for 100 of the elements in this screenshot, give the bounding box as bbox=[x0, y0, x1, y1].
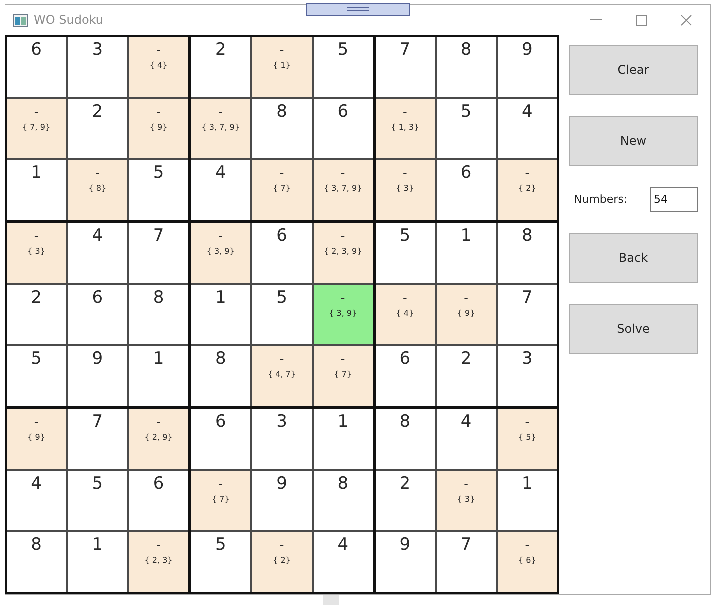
sudoku-cell[interactable]: - { 3} bbox=[7, 223, 66, 283]
sudoku-cell[interactable]: 8 bbox=[191, 346, 250, 406]
sudoku-cell[interactable]: 6 bbox=[376, 346, 435, 406]
sudoku-cell[interactable]: - { 7, 9} bbox=[7, 98, 66, 158]
cell-value: - bbox=[525, 537, 530, 554]
sudoku-cell[interactable]: 7 bbox=[436, 532, 496, 592]
splitter-handle[interactable] bbox=[306, 3, 410, 16]
sudoku-cell[interactable]: - { 2, 3, 9} bbox=[314, 223, 373, 283]
candidates-text: { 9} bbox=[150, 122, 168, 133]
sudoku-cell[interactable]: 7 bbox=[376, 37, 435, 97]
sudoku-cell[interactable]: 9 bbox=[376, 532, 435, 592]
sudoku-cell[interactable]: 6 bbox=[314, 98, 373, 158]
cell-value: 2 bbox=[31, 286, 42, 309]
cell-value: 4 bbox=[215, 162, 226, 184]
sudoku-cell[interactable]: 6 bbox=[436, 160, 496, 220]
sudoku-cell[interactable]: - { 1} bbox=[252, 37, 312, 97]
sudoku-cell[interactable]: - { 3, 9} bbox=[314, 284, 373, 344]
sudoku-cell[interactable]: 4 bbox=[7, 470, 66, 530]
sudoku-cell[interactable]: 4 bbox=[314, 532, 373, 592]
cell-value: - bbox=[280, 351, 284, 368]
sudoku-cell[interactable]: 8 bbox=[498, 223, 557, 283]
action-button[interactable]: Clear bbox=[569, 45, 698, 95]
sudoku-cell[interactable]: 1 bbox=[314, 409, 373, 469]
sudoku-cell[interactable]: 4 bbox=[191, 160, 250, 220]
sudoku-cell[interactable]: - { 3, 7, 9} bbox=[314, 160, 373, 220]
sudoku-cell[interactable]: 8 bbox=[129, 284, 188, 344]
sudoku-cell[interactable]: 7 bbox=[498, 284, 557, 344]
sudoku-cell[interactable]: 5 bbox=[129, 160, 188, 220]
sudoku-cell[interactable]: 1 bbox=[7, 160, 66, 220]
sudoku-cell[interactable]: - { 2, 9} bbox=[129, 409, 188, 469]
cell-value: - bbox=[156, 414, 161, 431]
minimize-icon[interactable] bbox=[590, 19, 602, 21]
numbers-field[interactable]: 54 bbox=[650, 187, 698, 212]
sudoku-cell[interactable]: 8 bbox=[376, 409, 435, 469]
sudoku-cell[interactable]: - { 2} bbox=[498, 160, 557, 220]
maximize-icon[interactable] bbox=[636, 14, 647, 26]
sudoku-cell[interactable]: 4 bbox=[498, 98, 557, 158]
scroll-thumb[interactable] bbox=[323, 595, 339, 605]
sudoku-cell[interactable]: 1 bbox=[191, 284, 250, 344]
sudoku-cell[interactable]: - { 6} bbox=[498, 532, 557, 592]
sudoku-cell[interactable]: 9 bbox=[498, 37, 557, 97]
sudoku-cell[interactable]: - { 4} bbox=[129, 37, 188, 97]
sudoku-cell[interactable]: 4 bbox=[436, 409, 496, 469]
action-button[interactable]: Back bbox=[569, 233, 698, 283]
sudoku-cell[interactable]: - { 9} bbox=[436, 284, 496, 344]
sudoku-cell[interactable]: 2 bbox=[191, 37, 250, 97]
sudoku-cell[interactable]: 5 bbox=[191, 532, 250, 592]
sudoku-cell[interactable]: 5 bbox=[314, 37, 373, 97]
sudoku-cell[interactable]: 6 bbox=[129, 470, 188, 530]
sudoku-cell[interactable]: 8 bbox=[314, 470, 373, 530]
sudoku-cell[interactable]: 6 bbox=[191, 409, 250, 469]
sudoku-cell[interactable]: - { 9} bbox=[7, 409, 66, 469]
sudoku-cell[interactable]: 8 bbox=[436, 37, 496, 97]
sudoku-cell[interactable]: 5 bbox=[252, 284, 312, 344]
sudoku-cell[interactable]: 5 bbox=[376, 223, 435, 283]
sudoku-cell[interactable]: - { 7} bbox=[252, 160, 312, 220]
sudoku-cell[interactable]: 3 bbox=[252, 409, 312, 469]
cell-value: 6 bbox=[338, 100, 349, 123]
sudoku-cell[interactable]: 8 bbox=[7, 532, 66, 592]
sudoku-cell[interactable]: 5 bbox=[68, 470, 128, 530]
sudoku-cell[interactable]: 6 bbox=[7, 37, 66, 97]
sudoku-cell[interactable]: 8 bbox=[252, 98, 312, 158]
sudoku-cell[interactable]: 3 bbox=[498, 346, 557, 406]
sudoku-cell[interactable]: 2 bbox=[68, 98, 128, 158]
sudoku-cell[interactable]: - { 4, 7} bbox=[252, 346, 312, 406]
sudoku-cell[interactable]: - { 3, 9} bbox=[191, 223, 250, 283]
sudoku-cell[interactable]: 9 bbox=[252, 470, 312, 530]
sudoku-cell[interactable]: 2 bbox=[436, 346, 496, 406]
sudoku-cell[interactable]: 5 bbox=[7, 346, 66, 406]
sudoku-cell[interactable]: 9 bbox=[68, 346, 128, 406]
sudoku-cell[interactable]: - { 3} bbox=[376, 160, 435, 220]
sudoku-cell[interactable]: - { 8} bbox=[68, 160, 128, 220]
sudoku-cell[interactable]: - { 4} bbox=[376, 284, 435, 344]
sudoku-cell[interactable]: 6 bbox=[252, 223, 312, 283]
sudoku-cell[interactable]: 1 bbox=[436, 223, 496, 283]
action-button[interactable]: Solve bbox=[569, 304, 698, 354]
sudoku-cell[interactable]: - { 9} bbox=[129, 98, 188, 158]
sudoku-cell[interactable]: - { 2, 3} bbox=[129, 532, 188, 592]
action-button[interactable]: New bbox=[569, 116, 698, 166]
sudoku-cell[interactable]: 2 bbox=[7, 284, 66, 344]
sudoku-cell[interactable]: 1 bbox=[129, 346, 188, 406]
sudoku-cell[interactable]: - { 5} bbox=[498, 409, 557, 469]
sudoku-cell[interactable]: 4 bbox=[68, 223, 128, 283]
sudoku-cell[interactable]: 1 bbox=[498, 470, 557, 530]
sudoku-cell[interactable]: - { 3, 7, 9} bbox=[191, 98, 250, 158]
close-icon[interactable] bbox=[681, 14, 692, 26]
sudoku-cell[interactable]: - { 3} bbox=[436, 470, 496, 530]
cell-value: 6 bbox=[31, 39, 42, 61]
sudoku-cell[interactable]: 2 bbox=[376, 470, 435, 530]
sudoku-cell[interactable]: - { 2} bbox=[252, 532, 312, 592]
sudoku-cell[interactable]: 5 bbox=[436, 98, 496, 158]
sudoku-cell[interactable]: - { 1, 3} bbox=[376, 98, 435, 158]
cell-value: 3 bbox=[276, 411, 288, 433]
sudoku-cell[interactable]: 7 bbox=[129, 223, 188, 283]
sudoku-cell[interactable]: 1 bbox=[68, 532, 128, 592]
sudoku-cell[interactable]: - { 7} bbox=[191, 470, 250, 530]
sudoku-cell[interactable]: 7 bbox=[68, 409, 128, 469]
sudoku-cell[interactable]: 3 bbox=[68, 37, 128, 97]
sudoku-cell[interactable]: 6 bbox=[68, 284, 128, 344]
sudoku-cell[interactable]: - { 7} bbox=[314, 346, 373, 406]
